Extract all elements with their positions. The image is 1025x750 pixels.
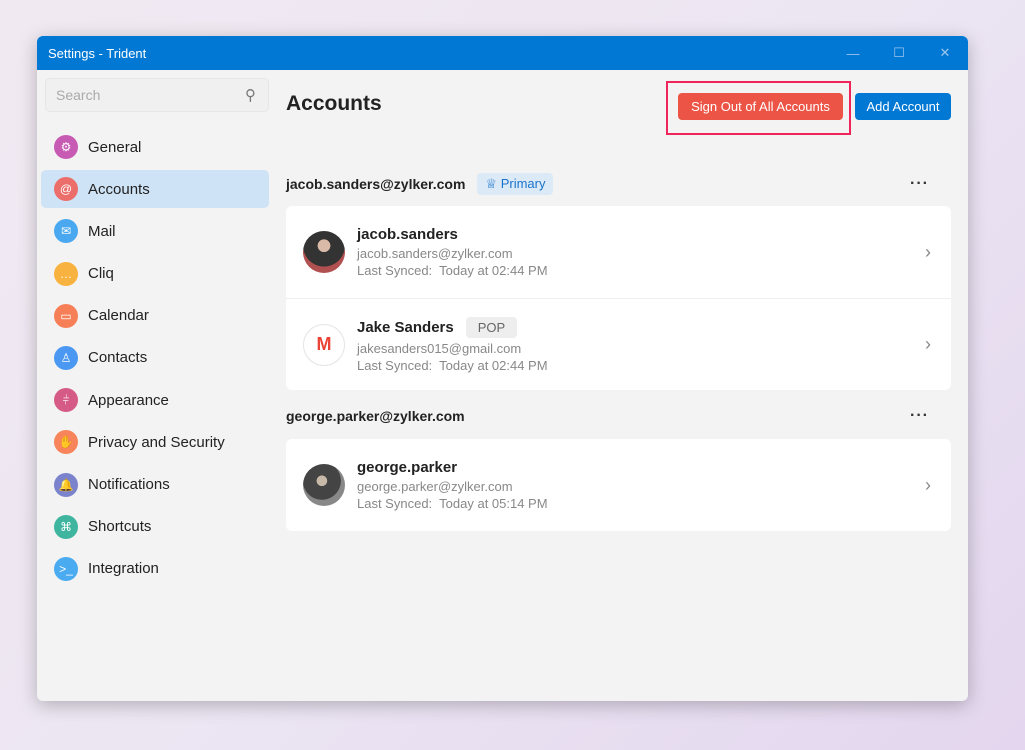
sidebar-item-accounts[interactable]: @ Accounts — [41, 170, 269, 209]
add-account-button[interactable]: Add Account — [855, 93, 951, 120]
close-button[interactable]: ✕ — [922, 36, 968, 70]
settings-window: Settings - Trident — ☐ ✕ Search ⚲ ⚙ Gener… — [37, 36, 968, 701]
account-email: jacob.sanders@zylker.com — [357, 246, 513, 261]
sidebar-item-shortcuts[interactable]: ⌘ Shortcuts — [41, 508, 269, 546]
more-options-button[interactable]: ··· — [910, 407, 929, 425]
synced-label: Last Synced: — [357, 357, 433, 373]
account-row[interactable]: M Jake Sanders POP jakesanders015@gmail.c… — [286, 298, 951, 390]
synced-time: Today at 02:44 PM — [439, 357, 548, 373]
search-input[interactable]: Search ⚲ — [45, 78, 269, 112]
sidebar-item-integration[interactable]: >_ Integration — [41, 550, 269, 588]
contacts-icon: ♙ — [54, 345, 78, 370]
search-placeholder: Search — [56, 87, 101, 103]
account-group-header: george.parker@zylker.com ··· — [286, 404, 951, 428]
search-icon: ⚲ — [245, 87, 256, 104]
general-icon: ⚙ — [54, 135, 78, 159]
badge-label: Primary — [500, 176, 546, 191]
sidebar-item-cliq[interactable]: … Cliq — [41, 255, 269, 293]
account-row[interactable]: jacob.sanders jacob.sanders@zylker.com L… — [286, 206, 951, 298]
account-card: george.parker george.parker@zylker.com L… — [286, 439, 951, 531]
title-bar: Settings - Trident — ☐ ✕ — [37, 36, 968, 70]
integration-icon: >_ — [54, 556, 78, 581]
cliq-icon: … — [54, 261, 78, 286]
account-email: george.parker@zylker.com — [357, 479, 513, 494]
accounts-icon: @ — [54, 177, 78, 202]
minimize-button[interactable]: — — [830, 36, 876, 70]
chevron-right-icon: › — [925, 474, 931, 495]
sign-out-all-button[interactable]: Sign Out of All Accounts — [678, 93, 843, 120]
account-card: jacob.sanders jacob.sanders@zylker.com L… — [286, 206, 951, 390]
sidebar-item-label: Privacy and Security — [88, 433, 225, 451]
account-email: jakesanders015@gmail.com — [357, 340, 522, 356]
synced-label: Last Synced: — [357, 263, 433, 278]
group-email: george.parker@zylker.com — [286, 408, 465, 424]
appearance-icon: ⫩ — [54, 388, 78, 413]
window-title: Settings - Trident — [48, 45, 147, 61]
privacy-and-security-icon: ✋ — [54, 430, 78, 455]
sidebar-item-label: General — [88, 138, 142, 156]
sidebar-item-appearance[interactable]: ⫩ Appearance — [41, 381, 269, 419]
sidebar-nav: ⚙ General @ Accounts ✉ Mail … Cliq ▭ Calendar ♙ Con… — [41, 128, 269, 592]
mail-icon: ✉ — [54, 219, 78, 244]
primary-badge: ♕ Primary — [477, 173, 554, 195]
group-email: jacob.sanders@zylker.com — [286, 176, 466, 192]
sidebar-item-label: Appearance — [88, 391, 169, 409]
account-name: george.parker — [357, 459, 458, 476]
sidebar-item-label: Accounts — [88, 180, 150, 198]
sidebar-item-notifications[interactable]: 🔔 Notifications — [41, 466, 269, 504]
sidebar-item-label: Cliq — [88, 265, 114, 283]
gmail-icon: M — [303, 323, 345, 366]
sidebar-item-label: Contacts — [88, 349, 148, 367]
synced-time: Today at 02:44 PM — [439, 263, 548, 278]
crown-icon: ♕ — [485, 176, 498, 191]
sidebar-item-general[interactable]: ⚙ General — [41, 128, 269, 166]
account-row[interactable]: george.parker george.parker@zylker.com L… — [286, 439, 951, 531]
sidebar-item-contacts[interactable]: ♙ Contacts — [41, 339, 269, 377]
sidebar-item-label: Integration — [88, 560, 159, 578]
avatar — [303, 464, 345, 506]
calendar-icon: ▭ — [54, 303, 78, 328]
synced-time: Today at 05:14 PM — [439, 496, 548, 511]
sidebar-item-privacy-and-security[interactable]: ✋ Privacy and Security — [41, 423, 269, 461]
sidebar-item-label: Calendar — [88, 307, 149, 325]
pop-tag: POP — [465, 316, 518, 338]
chevron-right-icon: › — [925, 241, 931, 262]
sidebar-item-label: Notifications — [88, 476, 170, 493]
sidebar-item-calendar[interactable]: ▭ Calendar — [41, 297, 269, 335]
notifications-icon: 🔔 — [54, 472, 78, 497]
avatar — [303, 231, 345, 273]
sidebar-item-label: Mail — [88, 222, 116, 240]
sidebar-item-mail[interactable]: ✉ Mail — [41, 212, 269, 250]
account-name: Jake Sanders — [357, 318, 454, 336]
more-options-button[interactable]: ··· — [910, 175, 929, 193]
account-group-header: jacob.sanders@zylker.com ♕ Primary ··· — [286, 172, 951, 196]
synced-label: Last Synced: — [357, 496, 433, 511]
shortcuts-icon: ⌘ — [54, 514, 78, 539]
page-title: Accounts — [286, 92, 382, 115]
sidebar-item-label: Shortcuts — [88, 518, 152, 536]
maximize-button[interactable]: ☐ — [876, 36, 922, 70]
account-name: jacob.sanders — [357, 226, 458, 243]
chevron-right-icon: › — [925, 334, 931, 354]
